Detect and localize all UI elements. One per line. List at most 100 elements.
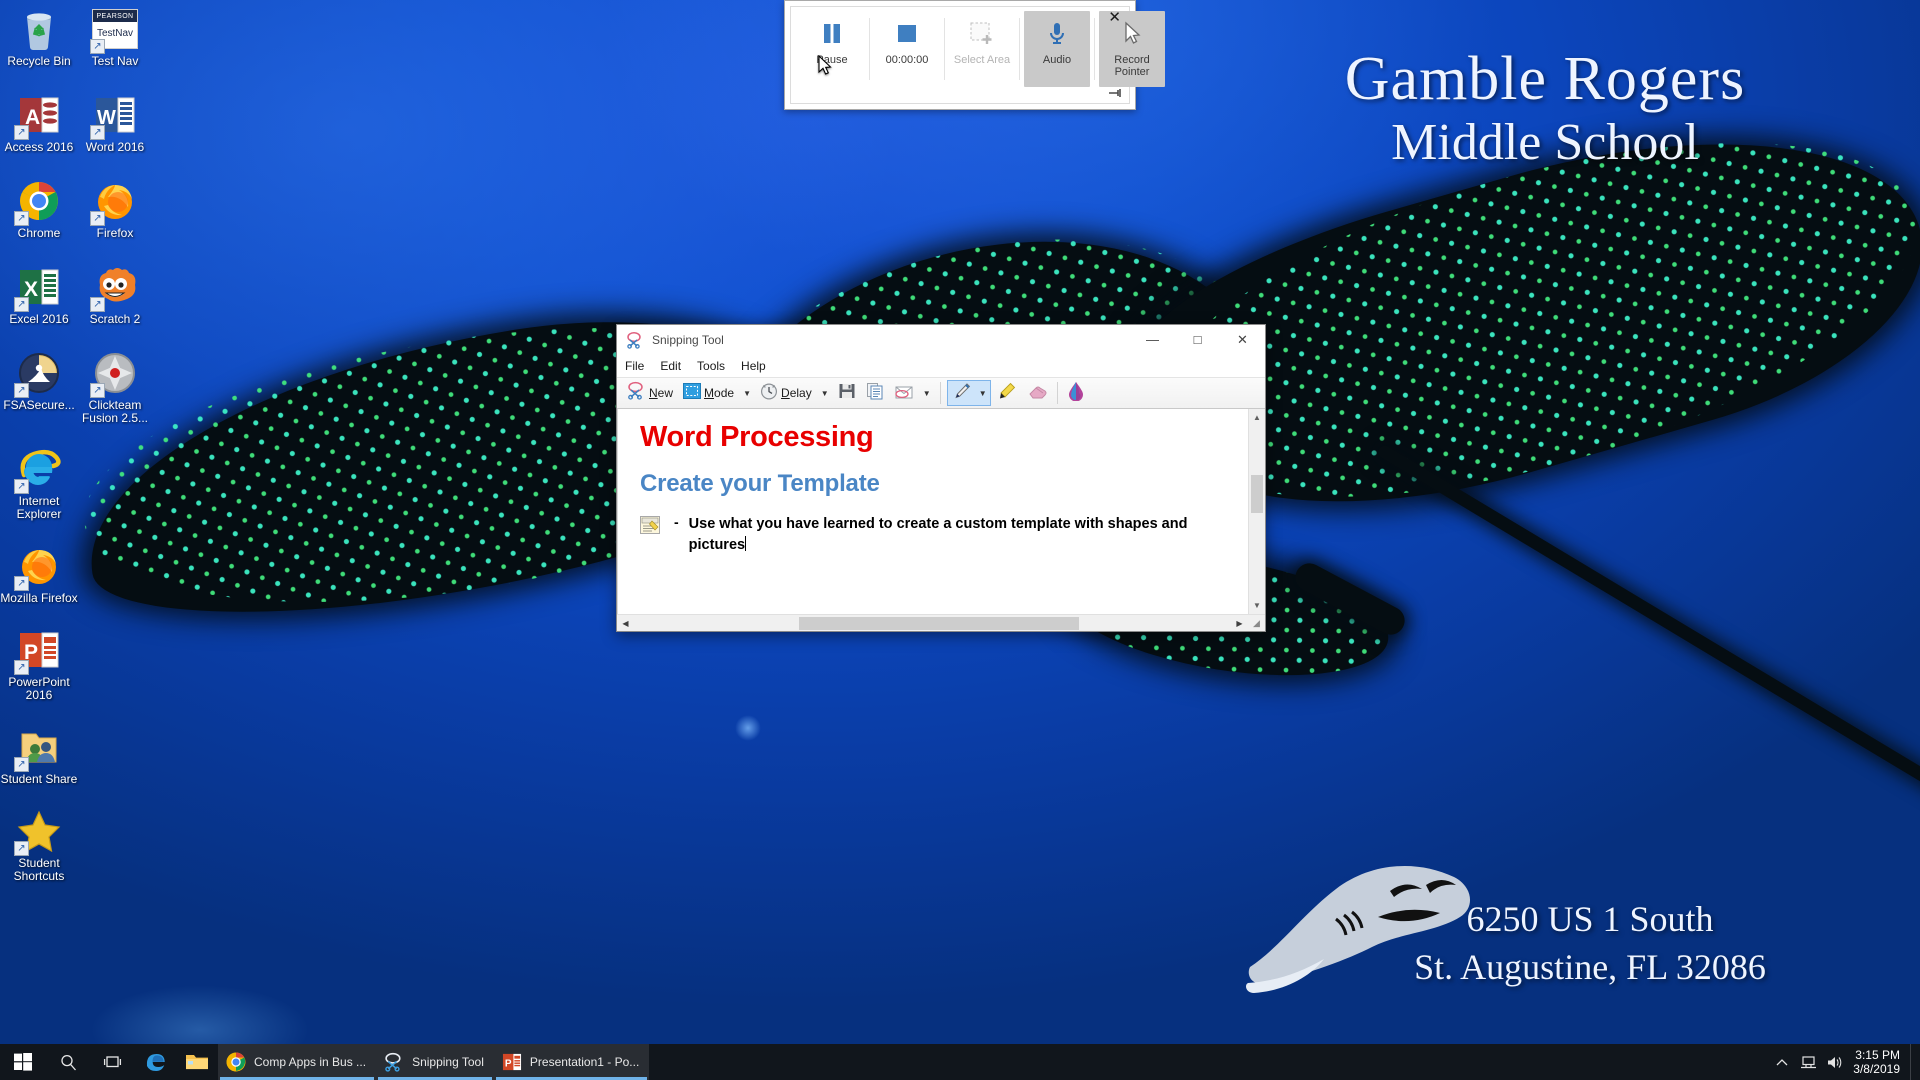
scratch-icon: ↗	[90, 264, 138, 312]
snipping-tool-icon	[626, 331, 644, 349]
vertical-scrollbar[interactable]: ▲ ▼	[1248, 409, 1265, 614]
clock-time: 3:15 PM	[1855, 1048, 1900, 1062]
taskbar-item-comp-apps-in-bus[interactable]: Comp Apps in Bus ...	[218, 1044, 377, 1080]
scroll-up-arrow-icon[interactable]: ▲	[1249, 409, 1265, 426]
snip-preview-canvas[interactable]: Word Processing Create your Template - U…	[617, 409, 1265, 614]
desktop-icon-powerpoint-2016[interactable]: P ↗ PowerPoint 2016	[0, 627, 78, 702]
desktop-icon-fsasecure[interactable]: ↗ FSASecure...	[0, 350, 78, 412]
desktop-icon-scratch-2[interactable]: ↗ Scratch 2	[76, 264, 154, 326]
highlighter-button[interactable]	[993, 380, 1021, 406]
snipping-tool-window[interactable]: Snipping Tool — □ ✕ File Edit Tools Help	[616, 324, 1266, 632]
snip-canvas-container: Word Processing Create your Template - U…	[617, 409, 1265, 631]
snipping-tool-toolbar: New Mode ▼ Delay ▼ ▼ ▼	[617, 377, 1265, 409]
word-icon: W ↗	[90, 92, 138, 140]
snipping-tool-menubar: File Edit Tools Help	[617, 355, 1265, 377]
copy-button[interactable]	[862, 380, 888, 406]
desktop-icon-label: Student Shortcuts	[13, 856, 65, 883]
desktop-icon-firefox[interactable]: ↗ Firefox	[76, 178, 154, 240]
mode-dropdown-caret-icon[interactable]: ▼	[740, 380, 754, 406]
firefox-icon: ↗	[90, 178, 138, 226]
resize-grip-icon[interactable]: ◢	[1248, 618, 1265, 629]
pen-dropdown-caret-icon[interactable]: ▼	[976, 380, 990, 406]
search-button[interactable]	[46, 1044, 90, 1080]
vertical-scrollbar-thumb[interactable]	[1251, 475, 1263, 513]
ink-tools-button[interactable]	[1064, 380, 1088, 406]
new-snip-button[interactable]: New	[623, 380, 677, 406]
send-snip-button[interactable]	[890, 380, 918, 406]
taskbar-item-edge[interactable]	[134, 1044, 176, 1080]
desktop-icon-label: Scratch 2	[89, 312, 141, 326]
testnav-brand: PEARSON	[93, 10, 137, 22]
mode-button[interactable]: Mode	[679, 380, 738, 406]
scroll-left-arrow-icon[interactable]: ◀	[617, 619, 634, 628]
pen-button[interactable]	[948, 380, 976, 406]
taskbar-clock[interactable]: 3:15 PM 3/8/2019	[1847, 1048, 1910, 1076]
task-view-button[interactable]	[90, 1044, 134, 1080]
taskbar-item-snipping-tool[interactable]: Snipping Tool	[376, 1044, 494, 1080]
task-view-icon	[103, 1055, 121, 1067]
delay-button[interactable]: Delay	[756, 380, 816, 406]
address-line1: 6250 US 1 South	[1466, 898, 1714, 939]
desktop-icon-mozilla-firefox[interactable]: ↗ Mozilla Firefox	[0, 543, 78, 605]
desktop-icon-student-share[interactable]: ↗ Student Share	[0, 724, 78, 786]
school-name-line2: Middle School	[1391, 114, 1699, 171]
network-icon[interactable]	[1795, 1044, 1821, 1080]
speaker-icon[interactable]	[1821, 1044, 1847, 1080]
screen-recording-toolbar[interactable]: Pause 00:00:00 Select Area Audio Record …	[784, 0, 1165, 110]
delay-dropdown-caret-icon[interactable]: ▼	[818, 380, 832, 406]
eraser-button[interactable]	[1023, 380, 1051, 406]
mode-label: Mode	[704, 386, 735, 400]
scroll-down-arrow-icon[interactable]: ▼	[1249, 597, 1265, 614]
shortcut-arrow-icon: ↗	[14, 576, 29, 591]
bullet-dash: -	[674, 514, 679, 530]
pin-icon[interactable]	[1109, 86, 1123, 101]
taskbar-item-file-explorer[interactable]	[176, 1044, 218, 1080]
desktop-icon-internet-explorer[interactable]: ↗ Internet Explorer	[0, 446, 78, 521]
shared-folder-icon: ↗	[14, 724, 62, 772]
menu-item-edit[interactable]: Edit	[660, 359, 681, 373]
desktop-icon-test-nav[interactable]: PEARSON TestNav ↗ Test Nav	[76, 6, 154, 68]
desktop-icon-access-2016[interactable]: A ↗ Access 2016	[0, 92, 78, 154]
save-snip-button[interactable]	[834, 380, 860, 406]
desktop-icon-column-2: PEARSON TestNav ↗ Test Nav W ↗ Word 2016…	[76, 4, 154, 433]
chevron-up-icon[interactable]	[1769, 1044, 1795, 1080]
snipping-tool-titlebar[interactable]: Snipping Tool — □ ✕	[617, 325, 1265, 355]
menu-item-file[interactable]: File	[625, 359, 644, 373]
toolbar-separator	[1094, 18, 1095, 80]
desktop-icon-student-shortcuts[interactable]: ↗ Student Shortcuts	[0, 808, 78, 883]
email-icon	[894, 382, 914, 405]
horizontal-scrollbar-thumb[interactable]	[799, 616, 1079, 630]
taskbar-item-presentation1-powerpoint[interactable]: P Presentation1 - Po...	[493, 1044, 650, 1080]
clickteam-fusion-icon: ↗	[90, 350, 138, 398]
start-button[interactable]	[0, 1044, 46, 1080]
send-snip-dropdown-caret-icon[interactable]: ▼	[920, 380, 934, 406]
record-audio-button[interactable]: Audio	[1024, 11, 1090, 87]
desktop-icon-label: Chrome	[17, 226, 61, 240]
record-stop-button[interactable]: 00:00:00	[874, 11, 940, 87]
record-pause-button[interactable]: Pause	[799, 11, 865, 87]
show-desktop-button[interactable]	[1910, 1044, 1916, 1080]
clock-date: 3/8/2019	[1853, 1062, 1900, 1076]
scroll-right-arrow-icon[interactable]: ▶	[1231, 619, 1248, 628]
taskbar[interactable]: Comp Apps in Bus ... Snipping Tool P Pre…	[0, 1044, 1920, 1080]
windows-logo-icon	[14, 1053, 32, 1071]
desktop-icon-label: Excel 2016	[9, 312, 69, 326]
close-button[interactable]: ✕	[1220, 325, 1265, 355]
pen-tool-group[interactable]: ▼	[946, 380, 991, 406]
menu-item-help[interactable]: Help	[741, 359, 766, 373]
shortcut-arrow-icon: ↗	[90, 383, 105, 398]
horizontal-scrollbar-track[interactable]	[634, 615, 1231, 632]
desktop-icon-excel-2016[interactable]: X ↗ Excel 2016	[0, 264, 78, 326]
maximize-button[interactable]: □	[1175, 325, 1220, 355]
minimize-button[interactable]: —	[1130, 325, 1175, 355]
desktop-icon-chrome[interactable]: ↗ Chrome	[0, 178, 78, 240]
desktop-icon-clickteam-fusion[interactable]: ↗ Clickteam Fusion 2.5...	[76, 350, 154, 425]
close-icon[interactable]: ✕	[1108, 10, 1121, 25]
horizontal-scrollbar[interactable]: ◀ ▶ ◢	[617, 614, 1265, 631]
folder-icon	[186, 1055, 208, 1070]
desktop[interactable]: Gamble Rogers Middle School 6250 US 1 So…	[0, 0, 1920, 1080]
desktop-icon-word-2016[interactable]: W ↗ Word 2016	[76, 92, 154, 154]
desktop-icon-recycle-bin[interactable]: Recycle Bin	[0, 6, 78, 68]
menu-item-tools[interactable]: Tools	[697, 359, 725, 373]
select-area-button[interactable]: Select Area	[949, 11, 1015, 87]
